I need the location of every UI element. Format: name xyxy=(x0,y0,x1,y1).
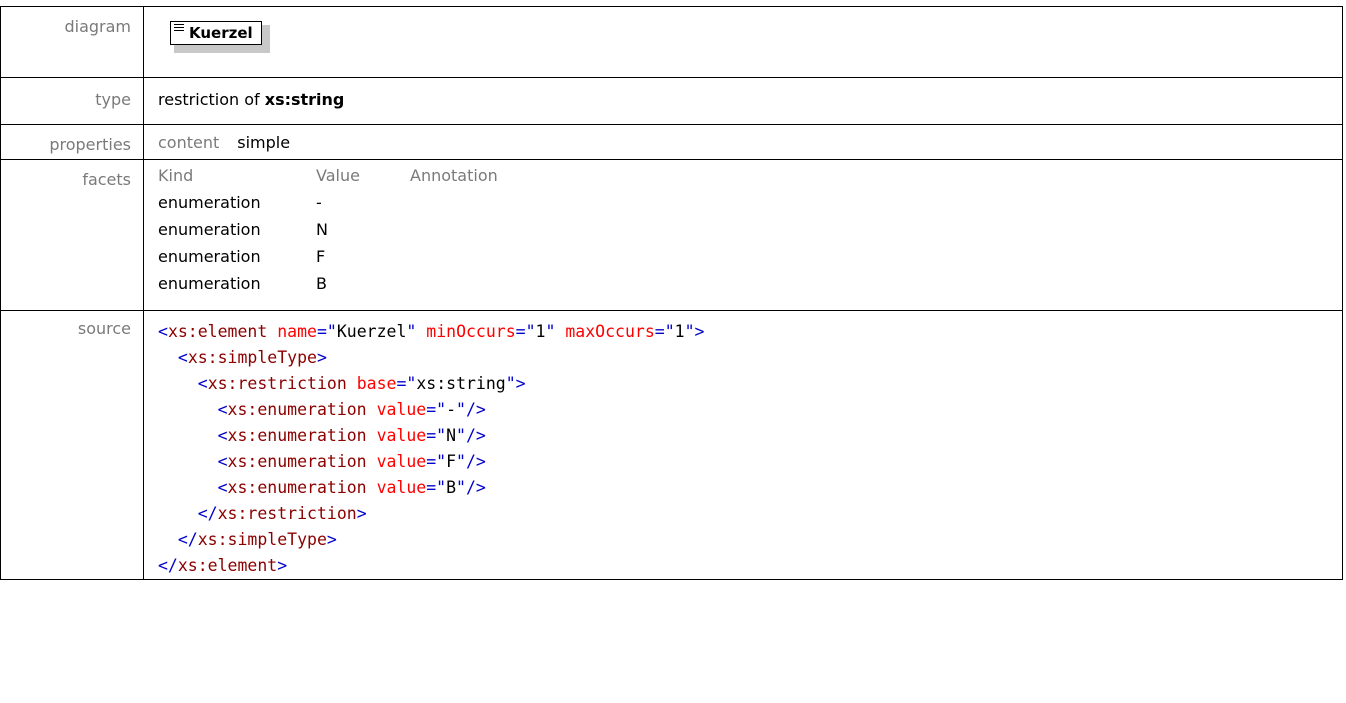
label-properties: properties xyxy=(0,124,144,160)
header-annotation: Annotation xyxy=(410,166,498,185)
diagram-node[interactable]: Kuerzel xyxy=(170,21,270,53)
facets-table: Kind Value Annotation enumeration - enum… xyxy=(158,160,1342,293)
node-label: Kuerzel xyxy=(189,24,253,42)
source-line: <xs:enumeration value="-"/> xyxy=(217,400,486,419)
facet-value: N xyxy=(316,220,328,239)
label-facets: facets xyxy=(0,159,144,311)
label-type: type xyxy=(0,77,144,125)
facet-value: F xyxy=(316,247,326,266)
facet-row: enumeration N xyxy=(158,220,1342,239)
source-line: <xs:simpleType> xyxy=(177,348,327,367)
type-value: restriction of xs:string xyxy=(158,78,1342,109)
facets-header: Kind Value Annotation xyxy=(158,166,1342,185)
diagram-cell: Kuerzel xyxy=(143,6,1343,78)
label-source: source xyxy=(0,310,144,580)
row-facets: facets Kind Value Annotation enumeration… xyxy=(0,159,1343,311)
row-diagram: diagram Kuerzel xyxy=(0,6,1343,78)
header-value: Value xyxy=(316,166,360,185)
schema-table: diagram Kuerzel type restriction of xs:s… xyxy=(0,6,1343,580)
label-diagram: diagram xyxy=(0,6,144,78)
facet-row: enumeration - xyxy=(158,193,1342,212)
source-line: <xs:restriction base="xs:string"> xyxy=(197,374,526,393)
source-line: </xs:simpleType> xyxy=(177,530,337,549)
type-base[interactable]: xs:string xyxy=(265,90,345,109)
type-prefix: restriction of xyxy=(158,90,260,109)
properties-list: content simple xyxy=(158,125,1342,152)
source-line: <xs:enumeration value="B"/> xyxy=(217,478,486,497)
facet-kind: enumeration xyxy=(158,274,261,293)
property-key: content xyxy=(158,133,220,152)
row-type: type restriction of xs:string xyxy=(0,77,1343,125)
facet-kind: enumeration xyxy=(158,220,261,239)
source-line: <xs:enumeration value="F"/> xyxy=(217,452,486,471)
row-source: source <xs:element name="Kuerzel" minOcc… xyxy=(0,310,1343,580)
source-line: <xs:enumeration value="N"/> xyxy=(217,426,486,445)
facet-kind: enumeration xyxy=(158,247,261,266)
source-code: <xs:element name="Kuerzel" minOccurs="1"… xyxy=(158,311,1342,579)
element-icon xyxy=(174,24,184,33)
node-box: Kuerzel xyxy=(170,21,262,45)
facet-value: B xyxy=(316,274,327,293)
source-line: </xs:restriction> xyxy=(197,504,367,523)
facet-row: enumeration B xyxy=(158,274,1342,293)
source-line: </xs:element> xyxy=(158,556,288,575)
facet-row: enumeration F xyxy=(158,247,1342,266)
header-kind: Kind xyxy=(158,166,194,185)
source-line: <xs:element name="Kuerzel" minOccurs="1"… xyxy=(158,322,705,341)
facet-value: - xyxy=(316,193,322,212)
facet-kind: enumeration xyxy=(158,193,261,212)
row-properties: properties content simple xyxy=(0,124,1343,160)
property-value: simple xyxy=(237,133,291,152)
